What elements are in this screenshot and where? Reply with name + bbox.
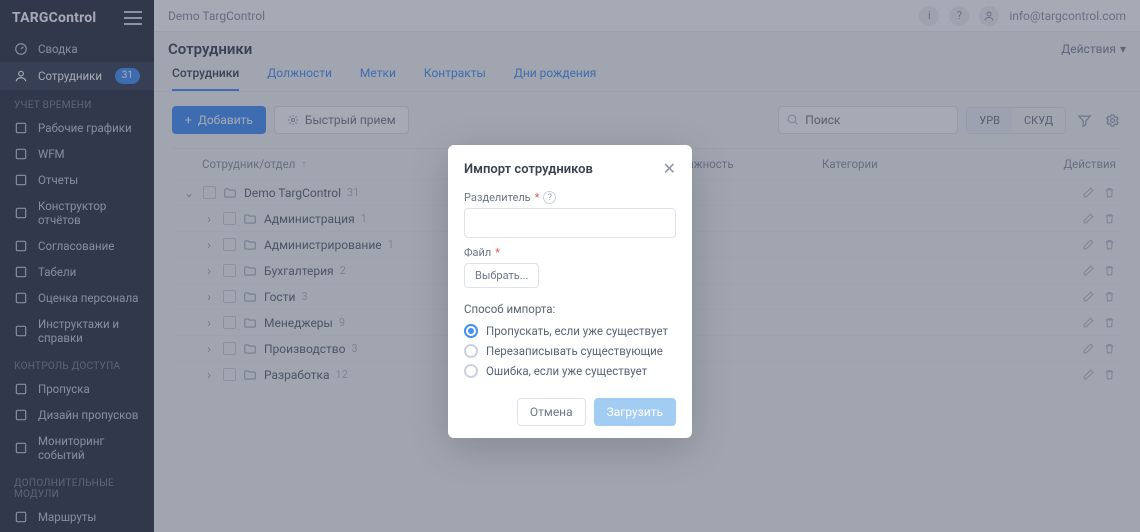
cancel-button[interactable]: Отмена bbox=[517, 398, 586, 426]
delimiter-input[interactable] bbox=[464, 208, 676, 238]
mode-skip-label: Пропускать, если уже существует bbox=[486, 324, 668, 338]
radio-icon bbox=[464, 344, 478, 358]
cancel-label: Отмена bbox=[530, 405, 573, 419]
radio-icon bbox=[464, 324, 478, 338]
mode-overwrite-label: Перезаписывать существующие bbox=[486, 344, 663, 358]
help-icon[interactable]: ? bbox=[543, 191, 556, 204]
submit-button[interactable]: Загрузить bbox=[594, 398, 676, 426]
choose-file-label: Выбрать... bbox=[475, 269, 528, 282]
close-icon[interactable]: ✕ bbox=[663, 161, 676, 177]
required-mark: * bbox=[535, 191, 540, 204]
mode-error-label: Ошибка, если уже существует bbox=[486, 364, 647, 378]
modal-overlay: Импорт сотрудников ✕ Разделитель * ? Фай… bbox=[0, 0, 1140, 532]
delimiter-label: Разделитель bbox=[464, 191, 531, 204]
file-label: Файл bbox=[464, 246, 491, 259]
modal-title: Импорт сотрудников bbox=[464, 162, 593, 177]
submit-label: Загрузить bbox=[607, 405, 663, 419]
import-modal: Импорт сотрудников ✕ Разделитель * ? Фай… bbox=[448, 145, 692, 438]
choose-file-button[interactable]: Выбрать... bbox=[464, 263, 539, 288]
required-mark: * bbox=[495, 246, 500, 259]
mode-skip-radio[interactable]: Пропускать, если уже существует bbox=[464, 324, 676, 338]
import-mode-title: Способ импорта: bbox=[464, 302, 676, 316]
radio-icon bbox=[464, 364, 478, 378]
mode-overwrite-radio[interactable]: Перезаписывать существующие bbox=[464, 344, 676, 358]
mode-error-radio[interactable]: Ошибка, если уже существует bbox=[464, 364, 676, 378]
